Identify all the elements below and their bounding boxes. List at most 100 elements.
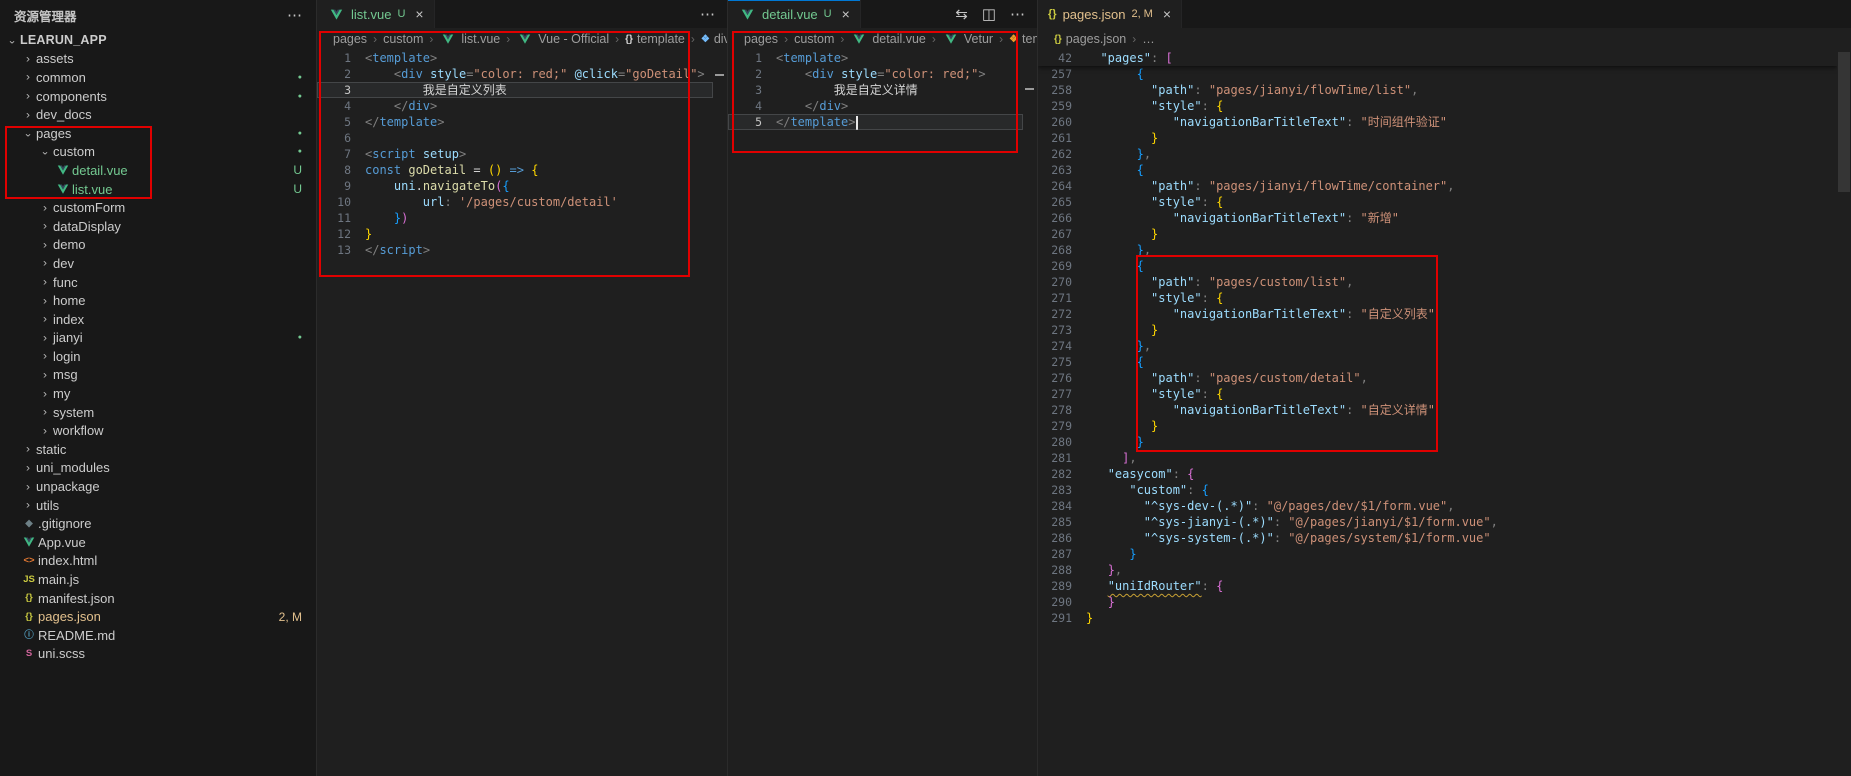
- code-line[interactable]: 269 {: [1038, 258, 1837, 274]
- code-line[interactable]: 276 "path": "pages/custom/detail",: [1038, 370, 1837, 386]
- code-line[interactable]: 2 <div style="color: red;" @click="goDet…: [317, 66, 713, 82]
- breadcrumb-item[interactable]: {}pages.json: [1054, 32, 1126, 46]
- code-line[interactable]: 262 },: [1038, 146, 1837, 162]
- code-line[interactable]: 273 }: [1038, 322, 1837, 338]
- tree-file-pages.json[interactable]: {}pages.json2, M: [0, 607, 316, 626]
- tree-folder-pages[interactable]: ⌄pages●: [0, 124, 316, 143]
- code-line[interactable]: 7<script setup>: [317, 146, 713, 162]
- breadcrumb-item[interactable]: …: [1142, 32, 1155, 46]
- tree-folder-dev[interactable]: ›dev: [0, 254, 316, 273]
- code-line[interactable]: 2 <div style="color: red;">: [728, 66, 1023, 82]
- tree-folder-learun-app[interactable]: ⌄LEARUN_APP: [0, 31, 316, 50]
- breadcrumb-item[interactable]: ❖template: [1009, 32, 1037, 46]
- code-line[interactable]: 12}: [317, 226, 713, 242]
- code-line[interactable]: 283 "custom": {: [1038, 482, 1837, 498]
- code-line[interactable]: 4 </div>: [317, 98, 713, 114]
- tree-file-detail.vue[interactable]: detail.vueU: [0, 161, 316, 180]
- tree-file-app.vue[interactable]: App.vue: [0, 533, 316, 552]
- code-line[interactable]: 279 }: [1038, 418, 1837, 434]
- code-line[interactable]: 42 "pages": [: [1038, 50, 1837, 66]
- code-line[interactable]: 261 }: [1038, 130, 1837, 146]
- tree-file-list.vue[interactable]: list.vueU: [0, 180, 316, 199]
- more-actions-icon[interactable]: ⋯: [1010, 7, 1025, 22]
- code-line[interactable]: 260 "navigationBarTitleText": "时间组件验证": [1038, 114, 1837, 130]
- breadcrumb-item[interactable]: list.vue: [439, 32, 500, 46]
- code-line[interactable]: 287 }: [1038, 546, 1837, 562]
- breadcrumb-item[interactable]: {}template: [625, 32, 685, 46]
- overview-ruler[interactable]: [1023, 50, 1037, 776]
- code-line[interactable]: 11 }): [317, 210, 713, 226]
- code-line[interactable]: 288 },: [1038, 562, 1837, 578]
- tree-folder-func[interactable]: ›func: [0, 273, 316, 292]
- tree-file-readme.md[interactable]: ⓘREADME.md: [0, 626, 316, 645]
- code-line[interactable]: 13</script>: [317, 242, 713, 258]
- tree-folder-dev-docs[interactable]: ›dev_docs: [0, 105, 316, 124]
- breadcrumb-item[interactable]: pages: [744, 32, 778, 46]
- breadcrumb-item[interactable]: Vue - Official: [516, 32, 609, 46]
- more-actions-icon[interactable]: ⋯: [287, 8, 302, 23]
- more-actions-icon[interactable]: ⋯: [700, 7, 715, 22]
- code-line[interactable]: 278 "navigationBarTitleText": "自定义详情": [1038, 402, 1837, 418]
- tree-file-main.js[interactable]: JSmain.js: [0, 570, 316, 589]
- code-line[interactable]: 285 "^sys-jianyi-(.*)": "@/pages/jianyi/…: [1038, 514, 1837, 530]
- tree-folder-workflow[interactable]: ›workflow: [0, 421, 316, 440]
- tree-folder-static[interactable]: ›static: [0, 440, 316, 459]
- code-line[interactable]: 1<template>: [317, 50, 713, 66]
- code-line[interactable]: 265 "style": {: [1038, 194, 1837, 210]
- tree-folder-system[interactable]: ›system: [0, 403, 316, 422]
- code-line[interactable]: 5</template>: [317, 114, 713, 130]
- scrollbar-slider[interactable]: [1838, 52, 1850, 192]
- code-line[interactable]: 9 uni.navigateTo({: [317, 178, 713, 194]
- code-line[interactable]: 280 }: [1038, 434, 1837, 450]
- overview-ruler[interactable]: [713, 50, 727, 776]
- tree-folder-home[interactable]: ›home: [0, 291, 316, 310]
- tree-folder-my[interactable]: ›my: [0, 384, 316, 403]
- code-line[interactable]: 271 "style": {: [1038, 290, 1837, 306]
- scrollbar[interactable]: [1837, 50, 1851, 776]
- tree-folder-msg[interactable]: ›msg: [0, 366, 316, 385]
- close-icon[interactable]: ×: [842, 6, 850, 22]
- code-line[interactable]: 5</template>: [728, 114, 1023, 130]
- code-line[interactable]: 270 "path": "pages/custom/list",: [1038, 274, 1837, 290]
- code-line[interactable]: 266 "navigationBarTitleText": "新增": [1038, 210, 1837, 226]
- tab-list-vue[interactable]: list.vue U ×: [317, 0, 435, 28]
- breadcrumb-item[interactable]: custom: [794, 32, 834, 46]
- tree-folder-datadisplay[interactable]: ›dataDisplay: [0, 217, 316, 236]
- close-icon[interactable]: ×: [415, 6, 423, 22]
- code-line[interactable]: 275 {: [1038, 354, 1837, 370]
- tab-detail-vue[interactable]: detail.vue U ×: [728, 0, 861, 28]
- close-icon[interactable]: ×: [1163, 6, 1171, 22]
- tree-folder-login[interactable]: ›login: [0, 347, 316, 366]
- tree-folder-uni-modules[interactable]: ›uni_modules: [0, 459, 316, 478]
- code-line[interactable]: 281 ],: [1038, 450, 1837, 466]
- code-line[interactable]: 3 我是自定义详情: [728, 82, 1023, 98]
- code-line[interactable]: 8const goDetail = () => {: [317, 162, 713, 178]
- split-editor-icon[interactable]: ◫: [982, 7, 996, 22]
- code-line[interactable]: 284 "^sys-dev-(.*)": "@/pages/dev/$1/for…: [1038, 498, 1837, 514]
- code-line[interactable]: 286 "^sys-system-(.*)": "@/pages/system/…: [1038, 530, 1837, 546]
- code-line[interactable]: 264 "path": "pages/jianyi/flowTime/conta…: [1038, 178, 1837, 194]
- code-line[interactable]: 289 "uniIdRouter": {: [1038, 578, 1837, 594]
- code-line[interactable]: 10 url: '/pages/custom/detail': [317, 194, 713, 210]
- tree-folder-custom[interactable]: ⌄custom●: [0, 143, 316, 162]
- sticky-scroll-line[interactable]: 42 "pages": [: [1038, 50, 1837, 66]
- code-line[interactable]: 290 }: [1038, 594, 1837, 610]
- tree-folder-demo[interactable]: ›demo: [0, 236, 316, 255]
- tree-folder-unpackage[interactable]: ›unpackage: [0, 477, 316, 496]
- tree-folder-assets[interactable]: ›assets: [0, 50, 316, 69]
- code-line[interactable]: 282 "easycom": {: [1038, 466, 1837, 482]
- code-line[interactable]: 6: [317, 130, 713, 146]
- code-line[interactable]: 1<template>: [728, 50, 1023, 66]
- breadcrumb-item[interactable]: detail.vue: [850, 32, 926, 46]
- breadcrumb-item[interactable]: custom: [383, 32, 423, 46]
- breadcrumb-item[interactable]: Vetur: [942, 32, 993, 46]
- tree-folder-customform[interactable]: ›customForm: [0, 198, 316, 217]
- code-line[interactable]: 263 {: [1038, 162, 1837, 178]
- code-line[interactable]: 268 },: [1038, 242, 1837, 258]
- tab-pages-json[interactable]: {} pages.json 2, M ×: [1038, 0, 1182, 28]
- code-line[interactable]: 4 </div>: [728, 98, 1023, 114]
- code-line[interactable]: 257 {: [1038, 66, 1837, 82]
- code-line[interactable]: 272 "navigationBarTitleText": "自定义列表": [1038, 306, 1837, 322]
- code-line[interactable]: 3 我是自定义列表: [317, 82, 713, 98]
- tree-folder-components[interactable]: ›components●: [0, 87, 316, 106]
